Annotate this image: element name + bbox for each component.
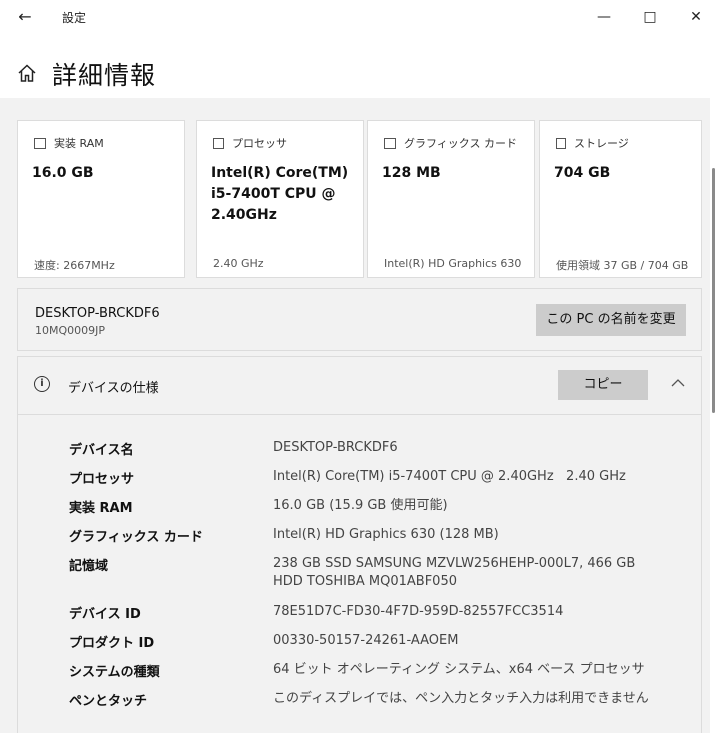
close-icon[interactable]: ✕ (673, 0, 719, 34)
pc-name: DESKTOP-BRCKDF6 (35, 306, 160, 321)
spec-key: デバイス名 (69, 443, 134, 458)
spec-key: ペンとタッチ (69, 694, 148, 709)
pc-model: 10MQ0009JP (35, 324, 106, 337)
title-bar: ← 設定 — □ ✕ (0, 0, 719, 34)
cpu-icon (213, 137, 224, 149)
spec-value: このディスプレイでは、ペン入力とタッチ入力は利用できません (273, 691, 649, 706)
spec-key: グラフィックス カード (69, 530, 203, 545)
scrollbar[interactable] (712, 168, 715, 413)
spec-value: 16.0 GB (15.9 GB 使用可能) (273, 498, 448, 513)
device-specs-header[interactable]: i デバイスの仕様 コピー (18, 357, 701, 415)
spec-value: 78E51D7C-FD30-4F7D-959D-82557FCC3514 (273, 604, 564, 619)
content-area: 実装 RAM 16.0 GB 速度: 2667MHz プロセッサ Intel(R… (0, 98, 710, 733)
spec-key: プロダクト ID (69, 636, 155, 651)
pc-name-panel: DESKTOP-BRCKDF6 10MQ0009JP この PC の名前を変更 (17, 288, 702, 351)
card-label: グラフィックス カード (404, 137, 517, 150)
card-sub: 2.40 GHz (213, 257, 264, 270)
card-value: Intel(R) Core(TM) i5-7400T CPU @ 2.40GHz (211, 165, 349, 223)
spec-key: プロセッサ (69, 472, 135, 487)
spec-key: 記憶域 (69, 559, 109, 574)
spec-key: システムの種類 (69, 665, 160, 680)
card-graphics: グラフィックス カード 128 MB Intel(R) HD Graphics … (367, 120, 535, 278)
card-label: プロセッサ (232, 137, 287, 150)
spec-value: Intel(R) HD Graphics 630 (128 MB) (273, 527, 499, 542)
card-value: 16.0 GB (32, 165, 94, 181)
device-specs-title: デバイスの仕様 (68, 381, 159, 396)
card-sub: 使用領域 37 GB / 704 GB (556, 259, 689, 272)
spec-value: 00330-50157-24261-AAOEM (273, 633, 459, 648)
card-value: 128 MB (382, 165, 441, 181)
spec-key: デバイス ID (69, 607, 141, 622)
home-icon[interactable] (16, 62, 38, 84)
gpu-icon (384, 137, 396, 149)
chevron-up-icon[interactable] (668, 373, 688, 393)
card-storage: ストレージ 704 GB 使用領域 37 GB / 704 GB (539, 120, 702, 278)
maximize-icon[interactable]: □ (627, 0, 673, 34)
spec-key: 実装 RAM (69, 501, 133, 516)
card-sub: 速度: 2667MHz (34, 259, 115, 272)
spec-value: 64 ビット オペレーティング システム、x64 ベース プロセッサ (273, 662, 645, 677)
card-ram: 実装 RAM 16.0 GB 速度: 2667MHz (17, 120, 185, 278)
page-title: 詳細情報 (52, 61, 157, 90)
copy-button[interactable]: コピー (558, 370, 648, 400)
memory-icon (34, 137, 46, 149)
spec-value: 238 GB SSD SAMSUNG MZVLW256HEHP-000L7, 4… (273, 556, 636, 589)
rename-pc-button[interactable]: この PC の名前を変更 (536, 304, 686, 336)
card-sub: Intel(R) HD Graphics 630 (384, 257, 522, 270)
device-specs-panel: i デバイスの仕様 コピー デバイス名 DESKTOP-BRCKDF6 プロセッ… (17, 356, 702, 733)
info-icon: i (34, 376, 50, 392)
card-value: 704 GB (554, 165, 611, 181)
card-label: 実装 RAM (54, 137, 104, 150)
page-header: 詳細情報 (0, 34, 719, 98)
spec-value: Intel(R) Core(TM) i5-7400T CPU @ 2.40GHz… (273, 469, 626, 484)
minimize-icon[interactable]: — (581, 0, 627, 34)
back-arrow-icon[interactable]: ← (14, 6, 36, 28)
storage-icon (556, 137, 566, 149)
card-processor: プロセッサ Intel(R) Core(TM) i5-7400T CPU @ 2… (196, 120, 364, 278)
spec-value: DESKTOP-BRCKDF6 (273, 440, 398, 455)
window-title: 設定 (62, 11, 87, 25)
card-label: ストレージ (574, 137, 629, 150)
